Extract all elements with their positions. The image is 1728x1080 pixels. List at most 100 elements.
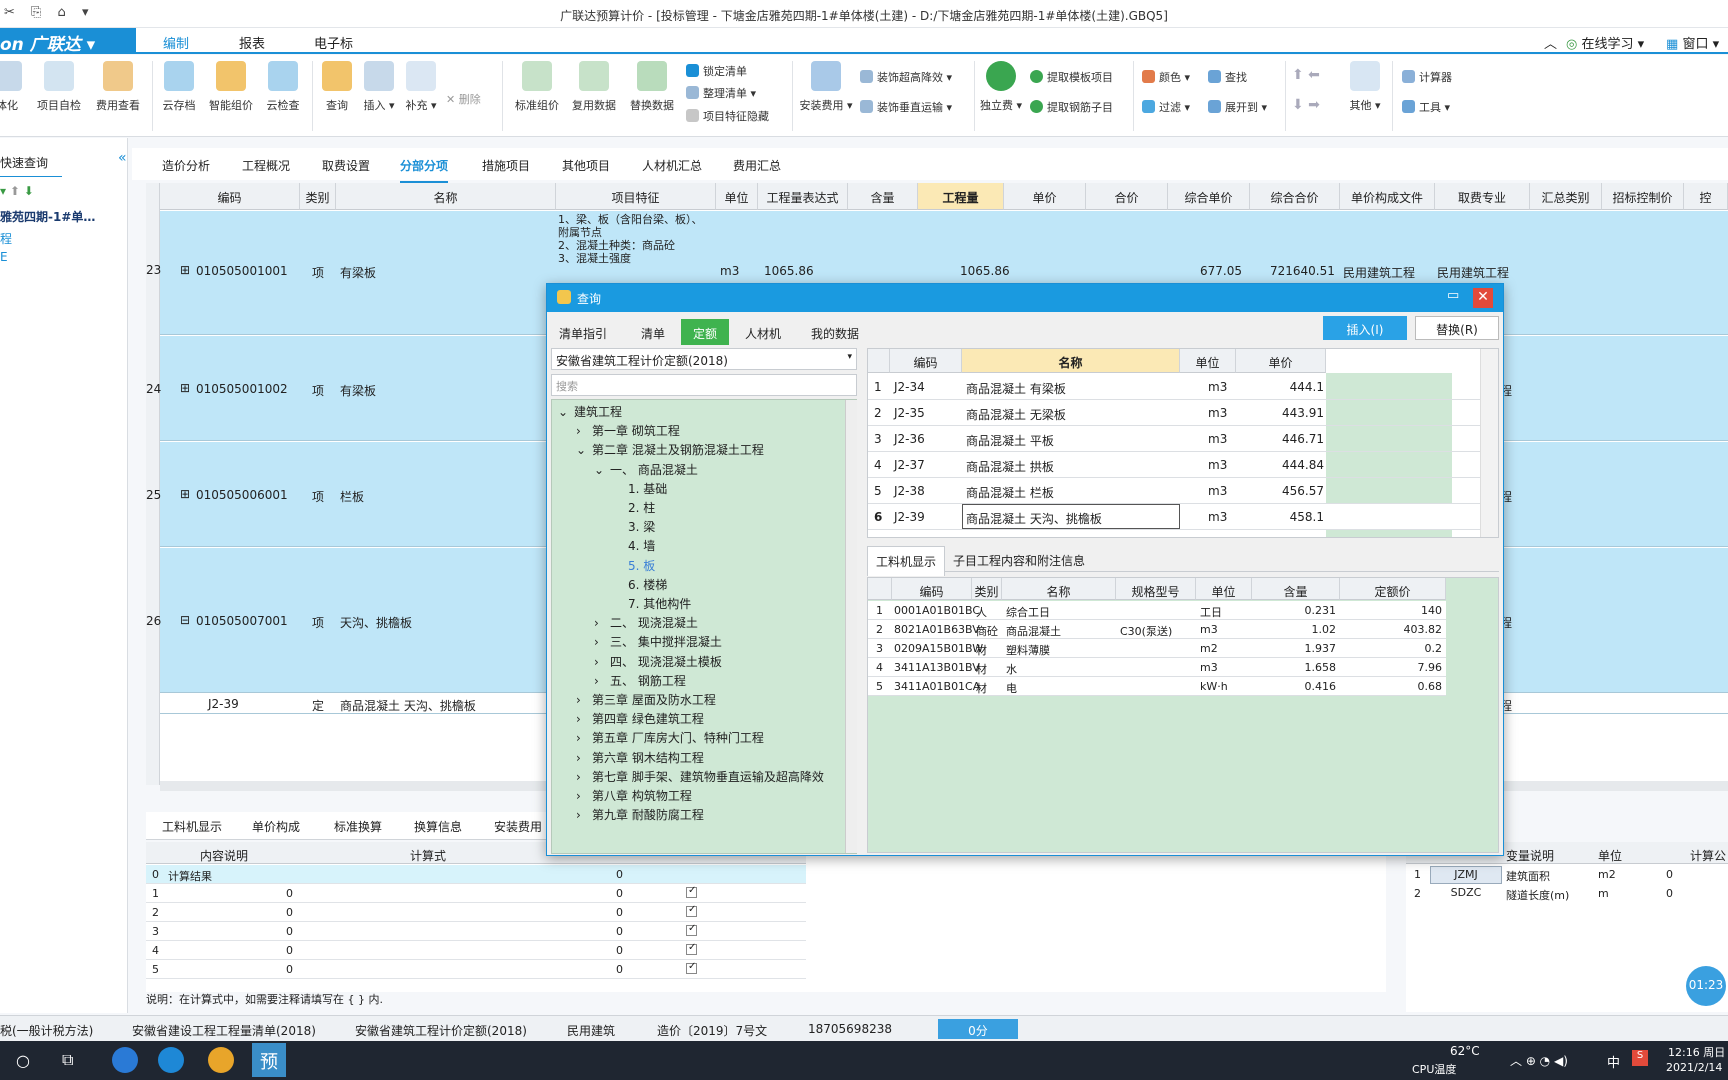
quota-row[interactable]: 1 J2-34 商品混凝土 有梁板 m3 444.1 bbox=[868, 374, 1480, 400]
find-button[interactable]: 查找 bbox=[1208, 69, 1247, 85]
menu-report[interactable]: 报表 bbox=[239, 33, 265, 52]
tree-node[interactable]: ⌄ 一、 商品混凝土 bbox=[594, 461, 698, 478]
tree-arrow-icon[interactable]: ⌄ bbox=[594, 463, 610, 477]
tab-overview[interactable]: 工程概况 bbox=[242, 157, 290, 174]
dialog-title-bar[interactable]: 查询 ▭ ✕ bbox=[547, 284, 1503, 312]
col-header[interactable]: 单价构成文件 bbox=[1340, 183, 1435, 210]
calculator-button[interactable]: 计算器 bbox=[1402, 69, 1452, 85]
tree-item[interactable]: 程 bbox=[0, 230, 12, 247]
tree-node[interactable]: › 五、 钢筋工程 bbox=[594, 672, 686, 689]
calc-row[interactable]: 500 bbox=[146, 960, 806, 979]
col-header[interactable]: 含量 bbox=[848, 183, 918, 210]
checkbox[interactable] bbox=[686, 923, 697, 936]
collapse-ribbon-icon[interactable]: ︿ bbox=[1544, 33, 1557, 52]
expand-toggle-icon[interactable]: ⊞ bbox=[180, 381, 190, 395]
checkbox[interactable] bbox=[686, 904, 697, 917]
online-learning-button[interactable]: ◎ 在线学习 ▾ bbox=[1566, 33, 1644, 52]
calc-row[interactable]: 100 bbox=[146, 884, 806, 903]
score-badge[interactable]: 0分 bbox=[938, 1019, 1018, 1039]
tab-labor-display[interactable]: 工料机显示 bbox=[162, 818, 222, 835]
color-button[interactable]: 颜色 ▾ bbox=[1142, 69, 1190, 85]
resource-row[interactable]: 4 3411A13B01BV 材水 m3 1.658 7.96 bbox=[868, 658, 1446, 677]
other-button[interactable]: 其他 ▾ bbox=[1336, 61, 1394, 113]
tab-labor-materials[interactable]: 人材机 bbox=[733, 319, 793, 345]
tree-node[interactable]: › 第四章 绿色建筑工程 bbox=[576, 710, 704, 727]
checkbox[interactable] bbox=[686, 885, 697, 898]
tab-my-data[interactable]: 我的数据 bbox=[799, 319, 871, 345]
tree-node[interactable]: 6. 楼梯 bbox=[612, 576, 667, 593]
tab-fee-settings[interactable]: 取费设置 bbox=[322, 157, 370, 174]
insert-button[interactable]: 插入(I) bbox=[1323, 316, 1407, 340]
tree-node[interactable]: › 第三章 屋面及防水工程 bbox=[576, 691, 716, 708]
hide-features-button[interactable]: 项目特征隐藏 bbox=[686, 108, 769, 124]
app-logo[interactable]: on 广联达 ▾ bbox=[0, 28, 136, 55]
standard-pricing-button[interactable]: 标准组价 bbox=[508, 61, 566, 113]
tree-scrollbar[interactable] bbox=[845, 400, 857, 853]
filter-button[interactable]: 过滤 ▾ bbox=[1142, 99, 1190, 115]
calc-row[interactable]: 400 bbox=[146, 941, 806, 960]
budget-app-icon[interactable]: 预 bbox=[252, 1043, 286, 1077]
tab-install-fee[interactable]: 安装费用 bbox=[494, 818, 542, 835]
col-header[interactable]: 项目特征 bbox=[556, 183, 716, 210]
tree-node[interactable]: › 第一章 砌筑工程 bbox=[576, 422, 680, 439]
tree-node[interactable]: 1. 基础 bbox=[612, 480, 667, 497]
tree-arrow-icon[interactable]: › bbox=[594, 616, 610, 630]
tree-node[interactable]: 3. 梁 bbox=[612, 518, 655, 535]
tree-node[interactable]: ⌄ 建筑工程 bbox=[558, 403, 622, 420]
variable-row[interactable]: 1 JZMJ 建筑面积 m2 0 bbox=[1406, 866, 1728, 884]
col-header[interactable]: 控 bbox=[1684, 183, 1728, 210]
tab-list-guide[interactable]: 清单指引 bbox=[547, 319, 619, 345]
tree-arrow-icon[interactable]: › bbox=[594, 635, 610, 649]
extract-rebar-button[interactable]: 提取钢筋子目 bbox=[1030, 99, 1113, 115]
quota-row[interactable]: 6 J2-39 商品混凝土 天沟、挑檐板 m3 458.1 bbox=[868, 504, 1480, 530]
cloud-check-button[interactable]: 云检查 bbox=[254, 61, 312, 113]
tree-node[interactable]: 5. 板 bbox=[612, 557, 655, 574]
resource-row[interactable]: 1 0001A01B01BC 人综合工日 工日 0.231 140 bbox=[868, 601, 1446, 620]
col-header[interactable]: 类别 bbox=[300, 183, 336, 210]
col-header[interactable]: 汇总类别 bbox=[1530, 183, 1602, 210]
smart-pricing-button[interactable]: 智能组价 bbox=[202, 61, 260, 113]
reuse-data-button[interactable]: 复用数据 bbox=[565, 61, 623, 113]
quota-row[interactable]: 5 J2-38 商品混凝土 栏板 m3 456.57 bbox=[868, 478, 1480, 504]
ime-indicator[interactable]: 中 bbox=[1607, 1052, 1620, 1071]
col-header[interactable]: 综合合价 bbox=[1250, 183, 1340, 210]
col-header[interactable]: 名称 bbox=[336, 183, 556, 210]
replace-button[interactable]: 替换(R) bbox=[1415, 316, 1499, 340]
tab-fee-summary[interactable]: 费用汇总 bbox=[733, 157, 781, 174]
menu-edit[interactable]: 编制 bbox=[163, 31, 190, 57]
tools-button[interactable]: 工具 ▾ bbox=[1402, 99, 1450, 115]
cloud-archive-button[interactable]: 云存档 bbox=[150, 61, 208, 113]
sogou-icon[interactable]: S bbox=[1632, 1050, 1648, 1066]
tray-icons[interactable]: ︿ ⊕ ◔ ◀) bbox=[1510, 1052, 1568, 1069]
resource-row[interactable]: 3 0209A15B01BW 材塑料薄膜 m2 1.937 0.2 bbox=[868, 639, 1446, 658]
calc-row[interactable]: 0 计算结果 0 bbox=[146, 865, 806, 884]
tree-arrow-icon[interactable]: › bbox=[576, 731, 592, 745]
tab-measures[interactable]: 措施项目 bbox=[482, 157, 530, 174]
decor-height-button[interactable]: 装饰超高降效 ▾ bbox=[860, 69, 952, 85]
col-header[interactable]: 综合单价 bbox=[1168, 183, 1250, 210]
decor-vertical-button[interactable]: 装饰垂直运输 ▾ bbox=[860, 99, 952, 115]
tree-node[interactable]: › 第八章 构筑物工程 bbox=[576, 787, 692, 804]
lock-list-button[interactable]: 锁定清单 bbox=[686, 63, 747, 79]
quota-row[interactable]: 3 J2-36 商品混凝土 平板 m3 446.71 bbox=[868, 426, 1480, 452]
app-icon-s[interactable] bbox=[112, 1047, 138, 1073]
tab-resource-display[interactable]: 工料机显示 bbox=[867, 546, 946, 576]
col-header[interactable]: 招标控制价 bbox=[1602, 183, 1684, 210]
tab-sub-items[interactable]: 分部分项 bbox=[400, 157, 449, 183]
window-menu-button[interactable]: ▦ 窗口 ▾ bbox=[1666, 33, 1719, 52]
col-header[interactable]: 工程量 bbox=[918, 183, 1004, 210]
tree-node[interactable]: › 第六章 钢木结构工程 bbox=[576, 749, 704, 766]
supplement-button[interactable]: 补充 ▾ bbox=[392, 61, 450, 113]
extract-template-button[interactable]: 提取模板项目 bbox=[1030, 69, 1113, 85]
col-header[interactable]: 编码 bbox=[160, 183, 300, 210]
replace-data-button[interactable]: 替换数据 bbox=[623, 61, 681, 113]
tree-node[interactable]: 2. 柱 bbox=[612, 499, 655, 516]
move-down-arrow-icon[interactable]: ⬇ ➡ bbox=[1292, 97, 1320, 113]
collapse-pane-icon[interactable]: « bbox=[118, 150, 127, 166]
norm-select[interactable]: 安徽省建筑工程计价定额(2018) ▾ bbox=[551, 348, 857, 370]
expand-to-button[interactable]: 展开到 ▾ bbox=[1208, 99, 1267, 115]
checkbox[interactable] bbox=[686, 961, 697, 974]
tree-node[interactable]: › 第七章 脚手架、建筑物垂直运输及超高降效 bbox=[576, 768, 824, 785]
tree-node[interactable]: › 第五章 厂库房大门、特种门工程 bbox=[576, 729, 764, 746]
tree-node[interactable]: › 二、 现浇混凝土 bbox=[594, 614, 698, 631]
